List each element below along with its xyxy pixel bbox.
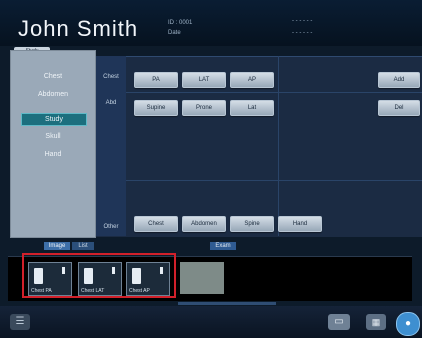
study-date: Date [168,30,181,36]
exam-button-abdomen[interactable]: Abdomen [182,216,226,232]
row-label-3: Other [103,224,119,230]
footer-bar: ☰ ▭ ▦ ● [0,306,422,338]
header-info-1: - - - - - - [292,18,313,24]
tab-image[interactable]: Image [44,242,70,250]
row-label-1: Chest [103,74,119,80]
patient-id: ID : 0001 [168,20,193,26]
left-item-hand[interactable]: Hand [21,149,85,160]
row-label-2: Abd [105,100,117,106]
left-panel: Chest Abdomen Study Skull Hand [10,50,96,238]
exam-button-ap[interactable]: AP [230,72,274,88]
add-button[interactable]: Add [378,72,420,88]
patient-header: John Smith ID : 0001 Date - - - - - - - … [0,0,422,46]
exam-button-pa[interactable]: PA [134,72,178,88]
row-label-column: Chest Abd Other [96,56,126,236]
tab-list[interactable]: List [72,242,94,250]
end-icon: ● [404,318,412,329]
highlight-box [22,253,176,298]
left-item-chest[interactable]: Chest [21,71,85,82]
image-preview[interactable] [180,262,224,294]
header-info-2: - - - - - - [292,30,313,36]
left-item-abdomen[interactable]: Abdomen [21,89,85,100]
output-icon: ▦ [371,317,381,327]
exam-button-chest[interactable]: Chest [134,216,178,232]
menu-button[interactable]: ☰ [10,314,30,330]
end-button[interactable]: ● [396,312,420,336]
exam-button-spine[interactable]: Spine [230,216,274,232]
exam-button-lat[interactable]: LAT [182,72,226,88]
left-item-skull[interactable]: Skull [21,131,85,142]
output-button[interactable]: ▦ [366,314,386,330]
grid-line [126,92,422,93]
exam-button-lateral[interactable]: Lat [230,100,274,116]
left-item-study[interactable]: Study [21,113,87,126]
delete-button[interactable]: Del [378,100,420,116]
menu-icon: ☰ [15,316,25,327]
monitor-icon: ▭ [334,316,344,327]
strip-scrollbar[interactable] [178,302,276,305]
patient-name: John Smith [18,16,139,41]
tab-exam[interactable]: Exam [210,242,236,250]
monitor-button[interactable]: ▭ [328,314,350,330]
exam-button-hand[interactable]: Hand [278,216,322,232]
exam-button-prone[interactable]: Prone [182,100,226,116]
exam-button-supine[interactable]: Supine [134,100,178,116]
grid-line [126,180,422,181]
grid-line [278,56,279,236]
